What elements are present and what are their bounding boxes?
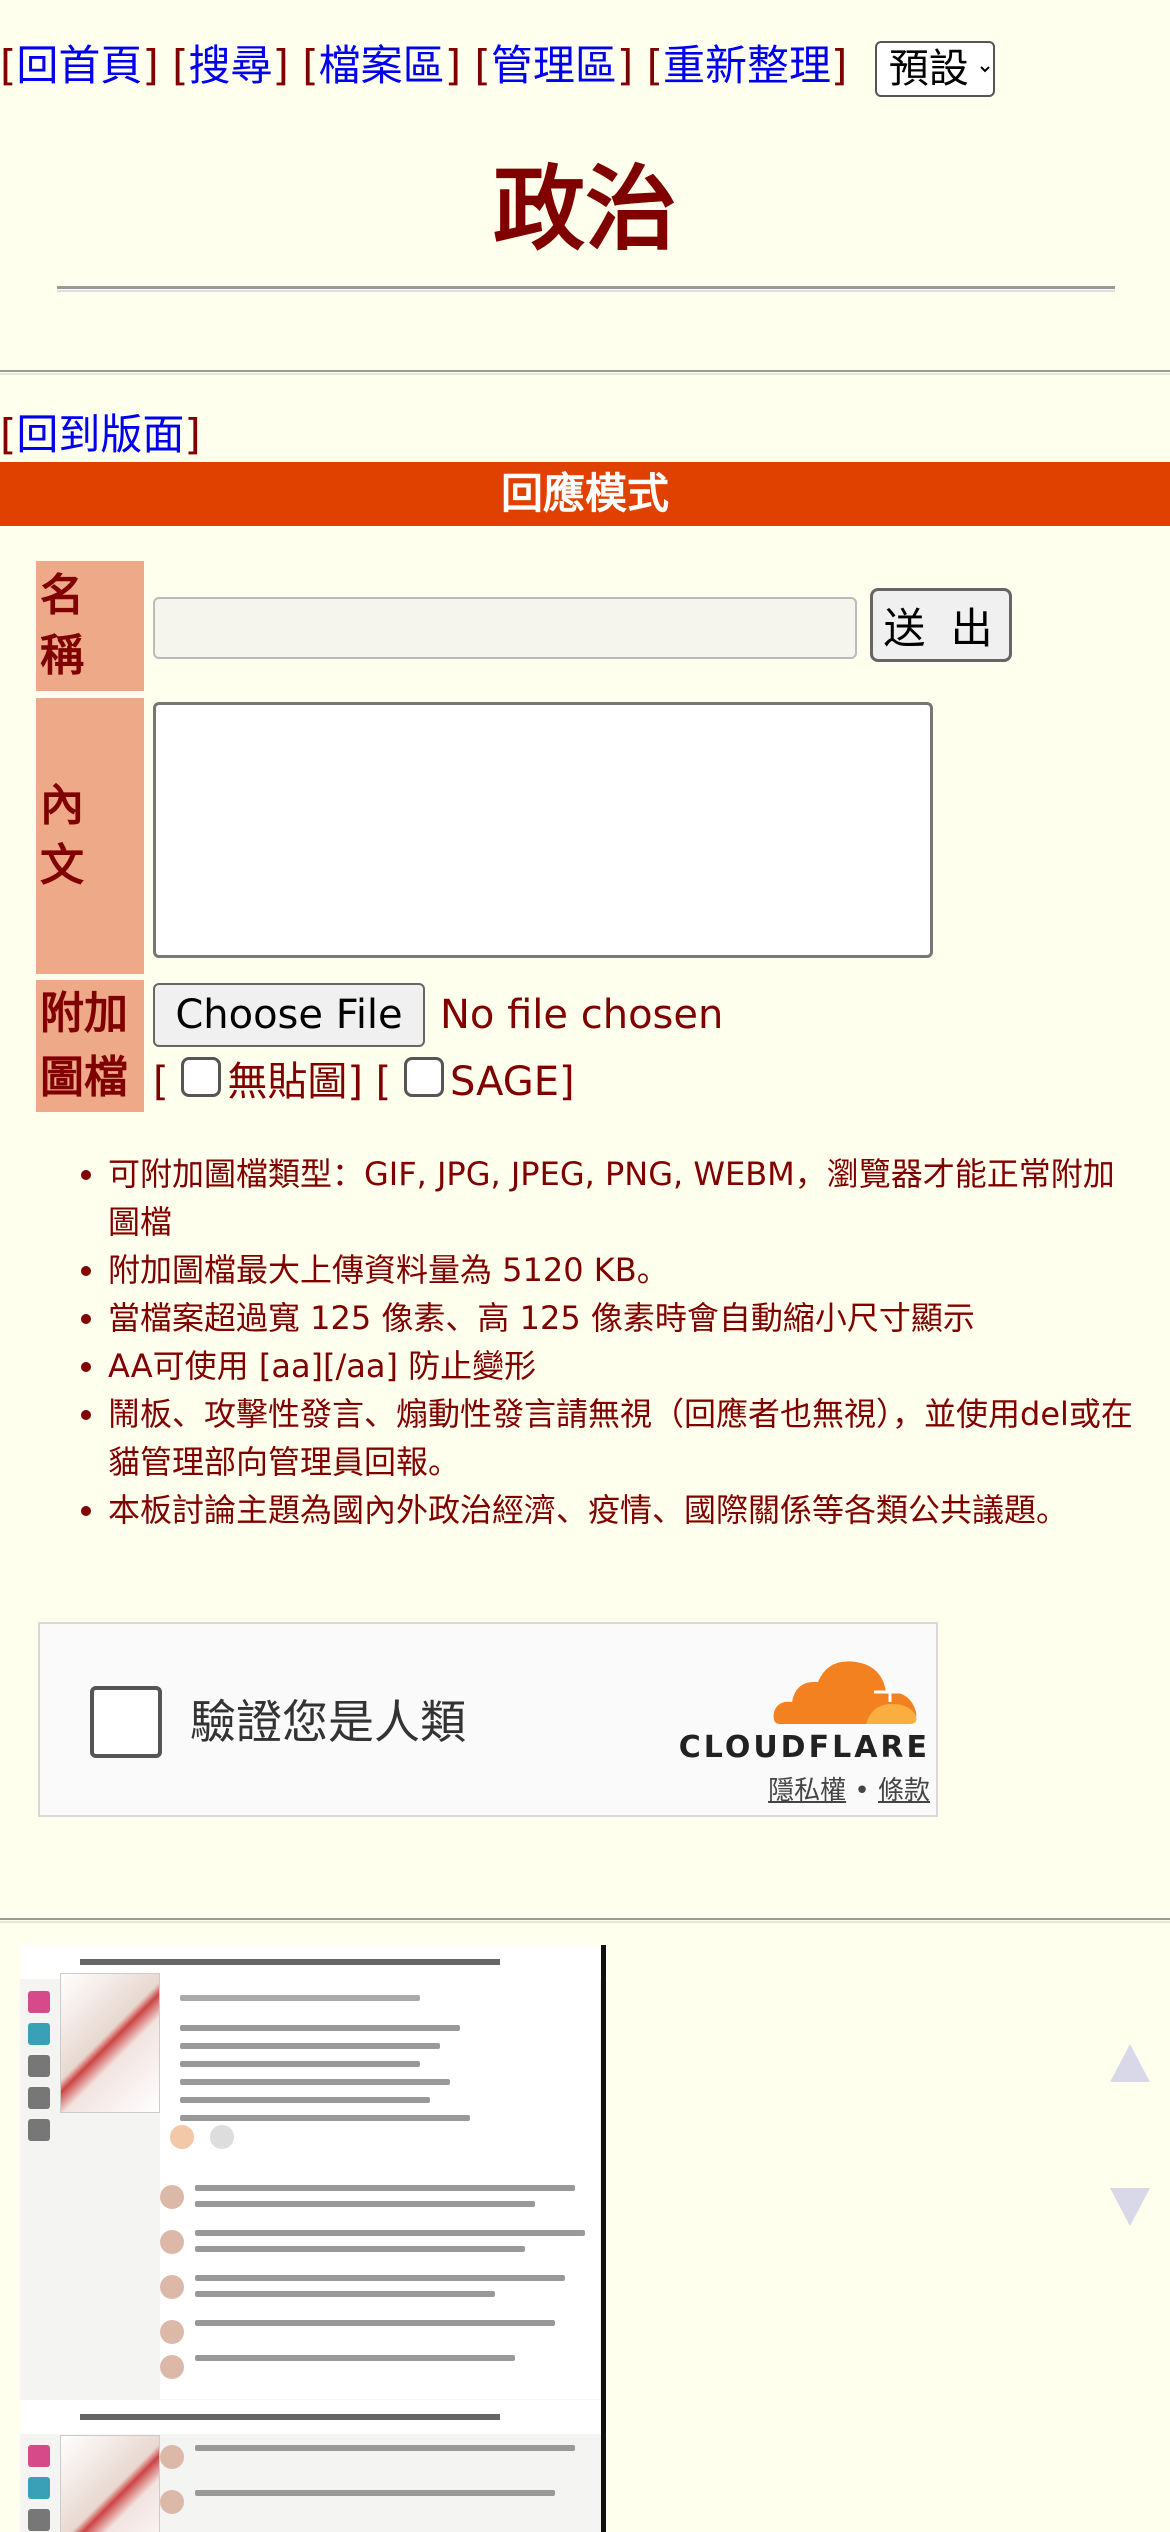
theme-select[interactable]: 預設: [874, 40, 995, 97]
title-divider: [57, 286, 1115, 292]
scroll-down-arrow-icon[interactable]: [1110, 2188, 1150, 2226]
post-options: [ 無貼圖] [ SAGE]: [153, 1057, 575, 1105]
no-image-checkbox[interactable]: [181, 1057, 222, 1097]
form-divider: [0, 1918, 1170, 1923]
terms-link[interactable]: 條款: [878, 1776, 930, 1806]
rule-item: 附加圖檔最大上傳資料量為 5120 KB。: [108, 1246, 1140, 1294]
back-to-board: [回到版面]: [0, 410, 201, 459]
nav-archive-link[interactable]: 檔案區: [319, 41, 445, 90]
captcha-links: 隱私權 • 條款: [768, 1770, 930, 1807]
nav-admin-link[interactable]: 管理區: [491, 41, 617, 90]
choose-file-button[interactable]: Choose File: [153, 983, 425, 1047]
privacy-link[interactable]: 隱私權: [768, 1776, 846, 1806]
rule-item: 可附加圖檔類型：GIF, JPG, JPEG, PNG, WEBM，瀏覽器才能正…: [108, 1150, 1140, 1246]
name-label: 名稱: [36, 561, 144, 691]
reply-mode-banner: 回應模式: [0, 462, 1170, 526]
nav-search-link[interactable]: 搜尋: [189, 41, 273, 90]
cloudflare-logo: CLOUDFLARE 隱私權 • 條款: [660, 1654, 930, 1807]
back-to-board-link[interactable]: 回到版面: [16, 410, 184, 459]
nav-refresh-link[interactable]: 重新整理: [663, 41, 831, 90]
sage-label: SAGE: [449, 1059, 560, 1105]
posting-rules: 可附加圖檔類型：GIF, JPG, JPEG, PNG, WEBM，瀏覽器才能正…: [60, 1150, 1140, 1534]
cloud-icon: [773, 1661, 917, 1724]
attach-label: 附加圖檔: [36, 980, 144, 1112]
cloudflare-captcha: 驗證您是人類 CLOUDFLARE 隱私權 • 條款: [38, 1622, 938, 1817]
rule-item: 本板討論主題為國內外政治經濟、疫情、國際關係等各類公共議題。: [108, 1486, 1140, 1534]
scroll-up-arrow-icon[interactable]: [1110, 2044, 1150, 2082]
name-label-text: 名稱: [40, 570, 84, 681]
body-label: 內文: [36, 698, 144, 974]
submit-button[interactable]: 送 出: [870, 588, 1012, 662]
header-divider: [0, 370, 1170, 375]
rule-item: 當檔案超過寬 125 像素、高 125 像素時會自動縮小尺寸顯示: [108, 1294, 1140, 1342]
rule-item: AA可使用 [aa][/aa] 防止變形: [108, 1342, 1140, 1390]
attach-label-text: 附加圖檔: [40, 988, 128, 1103]
board-title: 政治: [492, 156, 677, 263]
body-label-text: 內文: [40, 780, 84, 891]
captcha-label: 驗證您是人類: [190, 1695, 466, 1749]
body-textarea[interactable]: [153, 702, 933, 958]
no-image-label: 無貼圖: [227, 1059, 348, 1105]
file-status: No file chosen: [440, 992, 724, 1038]
rule-item: 鬧板、攻擊性發言、煽動性發言請無視（回應者也無視），並使用del或在貓管理部向管…: [108, 1390, 1140, 1486]
links-separator: •: [854, 1776, 870, 1806]
top-navigation: [回首頁] [搜尋] [檔案區] [管理區] [重新整理] 預設: [0, 28, 995, 104]
cloudflare-wordmark: CLOUDFLARE: [678, 1730, 930, 1765]
name-input[interactable]: [153, 597, 857, 659]
nav-home-link[interactable]: 回首頁: [16, 41, 142, 90]
sage-checkbox[interactable]: [403, 1057, 444, 1097]
captcha-checkbox[interactable]: [90, 1686, 162, 1758]
post-thumbnail-image[interactable]: [20, 1945, 606, 2532]
